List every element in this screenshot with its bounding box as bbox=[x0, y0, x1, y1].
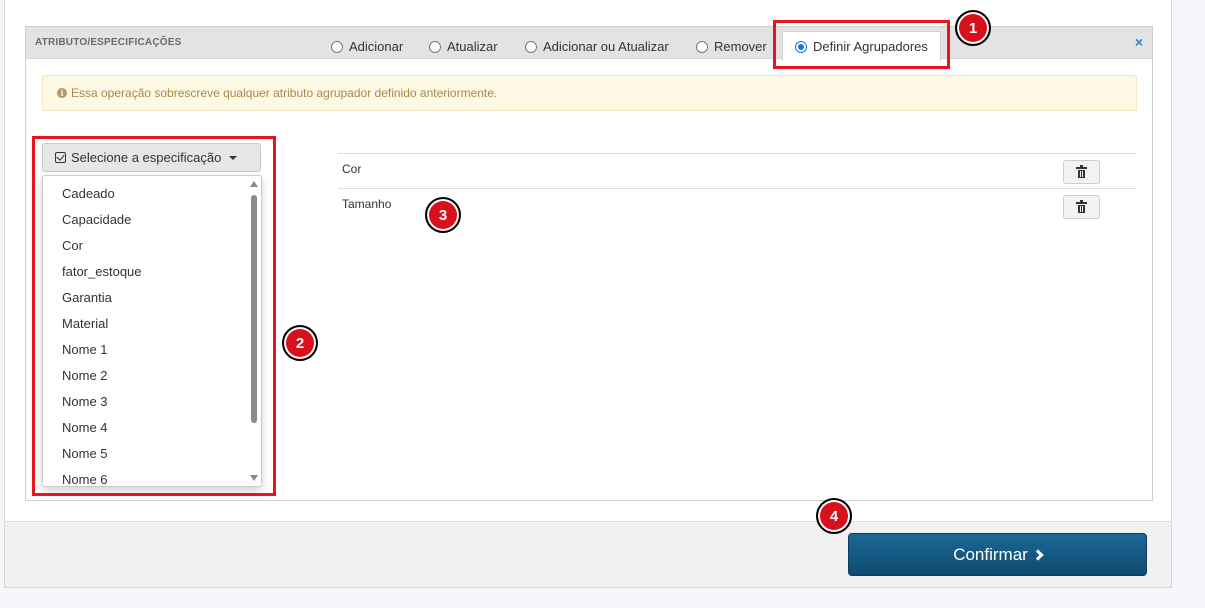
radio-adicionar[interactable]: Adicionar bbox=[331, 39, 403, 54]
step-badge-3: 3 bbox=[425, 197, 461, 233]
panel-title: ATRIBUTO/ESPECIFICAÇÕES bbox=[35, 37, 182, 48]
step-badge-1: 1 bbox=[955, 10, 991, 46]
info-icon: i bbox=[57, 88, 67, 98]
trash-icon bbox=[1076, 199, 1087, 213]
radio-adicionar-ou-atualizar[interactable]: Adicionar ou Atualizar bbox=[525, 39, 669, 54]
step-badge-2: 2 bbox=[282, 325, 318, 361]
selected-attribute-label: Cor bbox=[342, 162, 362, 176]
radio-label: Adicionar ou Atualizar bbox=[543, 39, 669, 54]
radio-circle-icon[interactable] bbox=[429, 40, 441, 53]
radio-label: Atualizar bbox=[447, 39, 498, 54]
chevron-right-icon bbox=[1032, 548, 1044, 561]
delete-button[interactable] bbox=[1063, 195, 1100, 219]
alert-text: Essa operação sobrescreve qualquer atrib… bbox=[71, 86, 498, 100]
radio-circle-icon[interactable] bbox=[331, 40, 343, 53]
radio-atualizar[interactable]: Atualizar bbox=[429, 39, 498, 54]
selected-attribute-label: Tamanho bbox=[342, 197, 392, 211]
highlight-box-1 bbox=[773, 20, 950, 69]
footer-bar: Confirmar bbox=[5, 521, 1171, 587]
warning-alert: i Essa operação sobrescreve qualquer atr… bbox=[42, 75, 1137, 111]
radio-label: Adicionar bbox=[349, 39, 404, 54]
radio-circle-icon[interactable] bbox=[525, 40, 537, 53]
trash-icon bbox=[1076, 164, 1087, 178]
delete-button[interactable] bbox=[1063, 160, 1100, 184]
confirm-button[interactable]: Confirmar bbox=[848, 533, 1147, 576]
radio-circle-icon[interactable] bbox=[696, 40, 708, 53]
highlight-box-2 bbox=[32, 136, 276, 496]
radio-label: Remover bbox=[714, 39, 767, 54]
close-icon[interactable]: × bbox=[1135, 34, 1143, 50]
confirm-label: Confirmar bbox=[953, 544, 1028, 564]
step-badge-4: 4 bbox=[816, 498, 852, 534]
radio-remover[interactable]: Remover bbox=[696, 39, 767, 54]
selected-attribute-row: Cor bbox=[338, 153, 1137, 188]
